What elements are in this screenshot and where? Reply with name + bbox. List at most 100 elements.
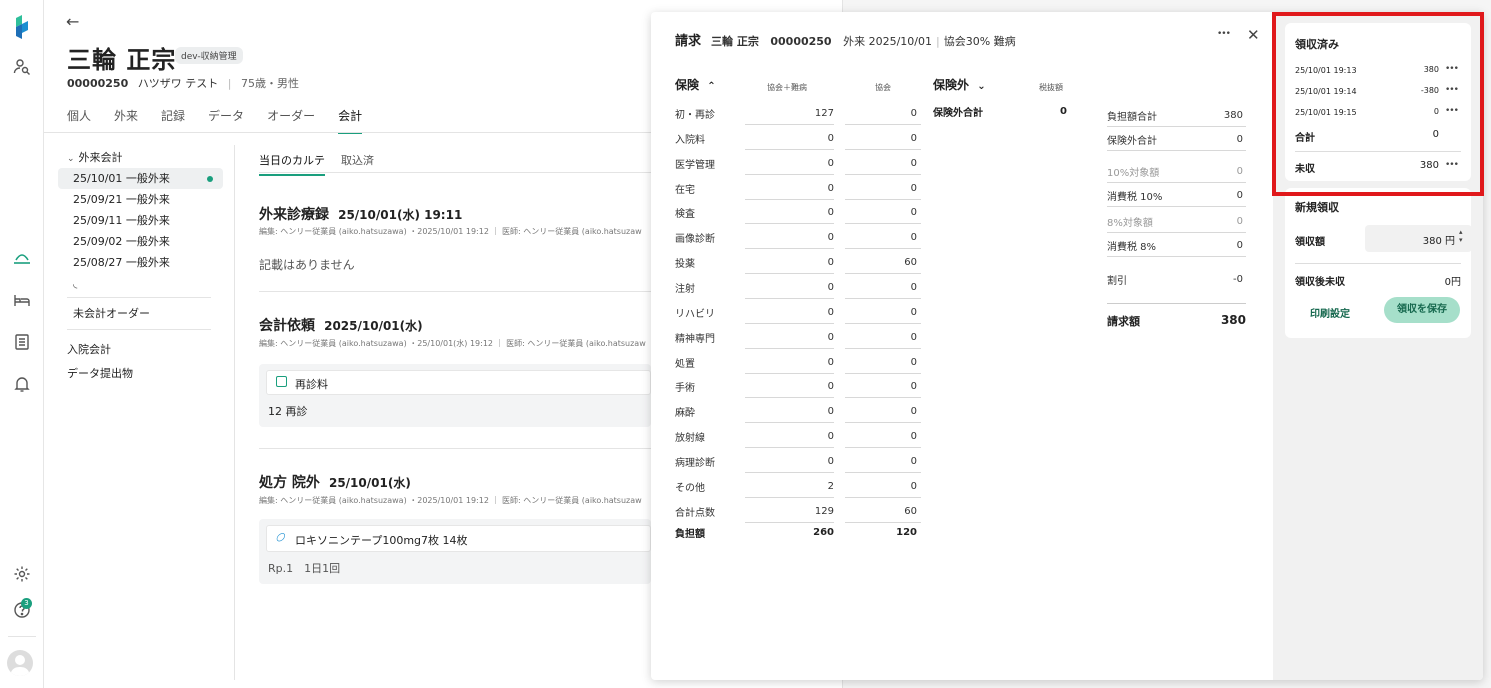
tree-border bbox=[234, 145, 235, 680]
print-settings-button[interactable]: 印刷設定 bbox=[1310, 305, 1350, 320]
stepper-icon[interactable]: ▴ ▾ bbox=[1459, 228, 1463, 244]
billing-row-label: 精神専門 bbox=[675, 333, 715, 345]
row-underline bbox=[845, 124, 921, 125]
billing-row: 病理診断 0 0 bbox=[675, 450, 921, 475]
col-header: 協会 bbox=[875, 83, 891, 92]
rail-divider bbox=[8, 636, 36, 637]
row-underline bbox=[845, 471, 921, 473]
header-divider bbox=[44, 132, 651, 133]
section-title: 会計依頼 bbox=[259, 318, 315, 334]
unbilled-orders-link[interactable]: 未会計オーダー bbox=[73, 305, 150, 321]
billing-row-v1: 0 bbox=[827, 281, 834, 293]
row-underline bbox=[845, 347, 921, 349]
summary-row: 負担額合計 380 bbox=[1107, 104, 1246, 129]
tree-item[interactable]: 25/09/11 一般外来 bbox=[58, 210, 223, 231]
summary-value: 0 bbox=[1236, 240, 1243, 251]
row-underline bbox=[745, 447, 834, 449]
billing-row: 処置 0 0 bbox=[675, 351, 921, 376]
data-export-link[interactable]: データ提出物 bbox=[67, 365, 133, 381]
save-receipt-button[interactable]: 領収を保存 bbox=[1384, 297, 1460, 323]
new-receipt-title: 新規領収 bbox=[1295, 201, 1339, 214]
billing-row-label: 医学管理 bbox=[675, 159, 715, 171]
billing-row-v2: 0 bbox=[910, 331, 917, 343]
gear-icon[interactable] bbox=[0, 565, 44, 587]
tab-accounting[interactable]: 会計 bbox=[338, 107, 363, 134]
billing-row-v1: 129 bbox=[814, 505, 834, 517]
more-icon[interactable]: ••• bbox=[1217, 29, 1231, 39]
after-unpaid-label: 領収後未収 bbox=[1295, 277, 1345, 288]
summary-row: 消費税 8% 0 bbox=[1107, 234, 1246, 259]
summary-label: 消費税 8% bbox=[1107, 242, 1157, 253]
patient-kana: ハツザワ テスト bbox=[137, 77, 219, 90]
tree-item-label: 25/10/01 一般外来 bbox=[73, 172, 170, 185]
billing-row: 在宅 0 0 bbox=[675, 177, 921, 202]
row-underline bbox=[745, 347, 834, 349]
tree-item[interactable]: 25/09/02 一般外来 bbox=[58, 231, 223, 252]
tree-item-label: 25/08/27 一般外来 bbox=[73, 256, 170, 269]
amount-input[interactable]: 380 円 ▴ ▾ bbox=[1365, 225, 1472, 252]
patient-tabs: 個人 外来 記録 データ オーダー 会計 bbox=[67, 107, 385, 134]
tab-outpatient[interactable]: 外来 bbox=[114, 107, 138, 134]
billing-patient: 三輪 正宗 bbox=[711, 35, 759, 48]
summary-value: 0 bbox=[1236, 166, 1243, 177]
rx-item: ロキソニンテープ100mg7枚 14枚 bbox=[295, 534, 468, 547]
uninsured-header[interactable]: 保険外 ⌄ bbox=[933, 76, 986, 93]
row-underline bbox=[745, 422, 834, 424]
tree-item[interactable]: 25/08/27 一般外来 bbox=[58, 252, 223, 273]
row-underline bbox=[845, 521, 921, 523]
uninsured-total-label: 保険外合計 bbox=[933, 108, 983, 119]
tree-item[interactable]: 25/09/21 一般外来 bbox=[58, 189, 223, 210]
subtabs-divider bbox=[259, 172, 651, 173]
tree-item[interactable]: 25/10/01 一般外来 bbox=[58, 168, 223, 189]
tree-group[interactable]: ⌄ 外来会計 bbox=[58, 148, 223, 168]
tab-order[interactable]: オーダー bbox=[267, 107, 315, 134]
section-date: 2025/10/01(水) bbox=[324, 319, 423, 333]
pill-icon: ⬭ bbox=[272, 528, 290, 546]
billing-row-label: 画像診断 bbox=[675, 234, 715, 246]
billing-row-v1: 0 bbox=[827, 455, 834, 467]
app-logo-icon[interactable] bbox=[0, 14, 44, 44]
billing-row-label: 放射線 bbox=[675, 433, 705, 445]
chevron-down-icon: ⌄ bbox=[67, 154, 75, 164]
tab-data[interactable]: データ bbox=[208, 107, 244, 134]
tree-item-label: 25/09/11 一般外来 bbox=[73, 214, 170, 227]
patient-search-icon[interactable] bbox=[0, 58, 44, 80]
highlight-box bbox=[1272, 12, 1484, 196]
billing-row: 画像診断 0 0 bbox=[675, 226, 921, 251]
request-card[interactable]: 再診料 12 再診 bbox=[259, 364, 651, 427]
request-detail: 12 再診 bbox=[268, 405, 308, 418]
billing-row-v1: 0 bbox=[827, 182, 834, 194]
close-icon[interactable]: ✕ bbox=[1247, 26, 1260, 44]
summary-label: 割引 bbox=[1107, 276, 1127, 287]
bell-icon[interactable] bbox=[0, 375, 44, 397]
list-icon[interactable] bbox=[0, 333, 44, 355]
summary-row: 保険外合計 0 bbox=[1107, 128, 1246, 153]
row-underline bbox=[845, 148, 921, 150]
row-underline bbox=[845, 322, 921, 324]
avatar[interactable] bbox=[7, 650, 33, 676]
tab-record[interactable]: 記録 bbox=[161, 107, 185, 134]
billing-row-v1: 0 bbox=[827, 157, 834, 169]
bed-icon[interactable] bbox=[0, 291, 44, 313]
insured-header[interactable]: 保険 ⌃ bbox=[675, 76, 716, 93]
invoice-value: 380 bbox=[1220, 313, 1246, 327]
billing-row-label: 在宅 bbox=[675, 184, 695, 196]
tab-personal[interactable]: 個人 bbox=[67, 107, 91, 134]
back-arrow-icon[interactable]: ← bbox=[66, 12, 79, 31]
after-unpaid-value: 0円 bbox=[1444, 277, 1461, 288]
billing-row: 投薬 0 60 bbox=[675, 251, 921, 276]
burden-row: 負担額 260 120 bbox=[675, 524, 917, 544]
row-underline bbox=[845, 223, 921, 225]
row-underline bbox=[745, 521, 834, 523]
loading-spinner-icon: ◟ bbox=[73, 277, 78, 290]
rx-card-header: ⬭ ロキソニンテープ100mg7枚 14枚 bbox=[266, 525, 651, 552]
inpatient-accounting-link[interactable]: 入院会計 bbox=[67, 341, 111, 357]
row-underline bbox=[1107, 256, 1246, 257]
rx-card[interactable]: ⬭ ロキソニンテープ100mg7枚 14枚 Rp.1 1日1回 bbox=[259, 519, 651, 584]
billing-visit: 外来 2025/10/01 bbox=[843, 35, 932, 48]
col-header: 協会＋難病 bbox=[767, 83, 807, 92]
chevron-up-icon: ⌃ bbox=[707, 81, 716, 92]
billing-title: 請求 三輪 正宗 00000250 外来 2025/10/01 | 協会30% 難病 bbox=[675, 34, 1016, 49]
reception-icon[interactable] bbox=[0, 248, 44, 270]
billing-row-v2: 0 bbox=[910, 356, 917, 368]
